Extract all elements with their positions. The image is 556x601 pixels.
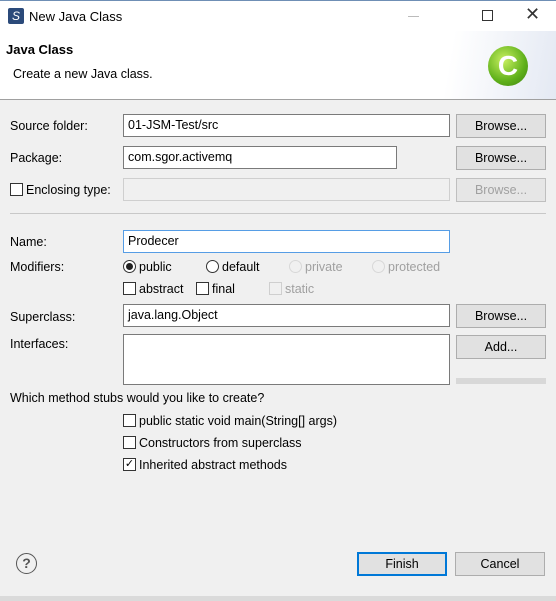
bottom-border [0, 596, 556, 601]
superclass-input[interactable]: java.lang.Object [123, 304, 450, 327]
source-folder-input[interactable]: 01-JSM-Test/src [123, 114, 450, 137]
protected-radio [372, 260, 385, 273]
name-input[interactable]: Prodecer [123, 230, 450, 253]
superclass-label: Superclass: [10, 310, 76, 324]
enclosing-type-checkbox[interactable] [10, 183, 23, 196]
interfaces-label: Interfaces: [10, 337, 69, 351]
final-checkbox[interactable] [196, 282, 209, 295]
eclipse-icon: S [8, 8, 24, 24]
title-bar: S New Java Class ✕ [0, 0, 556, 31]
constructors-checkbox[interactable] [123, 436, 136, 449]
help-button[interactable]: ? [16, 553, 37, 574]
interfaces-list[interactable] [123, 334, 450, 385]
class-icon: C [488, 46, 528, 86]
static-label: static [285, 282, 315, 296]
separator [10, 213, 546, 214]
window-title: New Java Class [29, 9, 123, 24]
close-button[interactable]: ✕ [525, 4, 540, 25]
main-method-checkbox[interactable] [123, 414, 136, 427]
default-radio[interactable] [206, 260, 219, 273]
abstract-checkbox[interactable] [123, 282, 136, 295]
abstract-label: abstract [139, 282, 184, 296]
finish-button[interactable]: Finish [357, 552, 447, 576]
inherited-methods-checkbox[interactable]: ✓ [123, 458, 136, 471]
page-title: Java Class [6, 42, 74, 57]
package-browse-button[interactable]: Browse... [456, 146, 546, 170]
add-interface-button[interactable]: Add... [456, 335, 546, 359]
private-radio [289, 260, 302, 273]
remove-interface-button [456, 378, 546, 384]
page-description: Create a new Java class. [13, 67, 153, 81]
name-label: Name: [10, 235, 47, 249]
cancel-button[interactable]: Cancel [455, 552, 545, 576]
inherited-methods-label: Inherited abstract methods [139, 458, 287, 472]
public-radio[interactable] [123, 260, 136, 273]
static-checkbox [269, 282, 282, 295]
protected-label: protected [388, 260, 441, 274]
enclosing-type-input [123, 178, 450, 201]
minimize-button[interactable] [408, 16, 419, 17]
private-label: private [305, 260, 343, 274]
package-input[interactable]: com.sgor.activemq [123, 146, 397, 169]
source-folder-label: Source folder: [10, 119, 88, 133]
enclosing-type-browse-button: Browse... [456, 178, 546, 202]
public-label: public [139, 260, 172, 274]
source-folder-browse-button[interactable]: Browse... [456, 114, 546, 138]
final-label: final [212, 282, 235, 296]
modifiers-label: Modifiers: [10, 260, 65, 274]
method-stubs-question: Which method stubs would you like to cre… [10, 391, 265, 405]
wizard-header: Java Class Create a new Java class. C [0, 31, 556, 100]
enclosing-type-label: Enclosing type: [26, 183, 111, 197]
default-label: default [222, 260, 260, 274]
constructors-label: Constructors from superclass [139, 436, 302, 450]
superclass-browse-button[interactable]: Browse... [456, 304, 546, 328]
maximize-button[interactable] [482, 10, 493, 21]
main-method-label: public static void main(String[] args) [139, 414, 337, 428]
package-label: Package: [10, 151, 63, 165]
